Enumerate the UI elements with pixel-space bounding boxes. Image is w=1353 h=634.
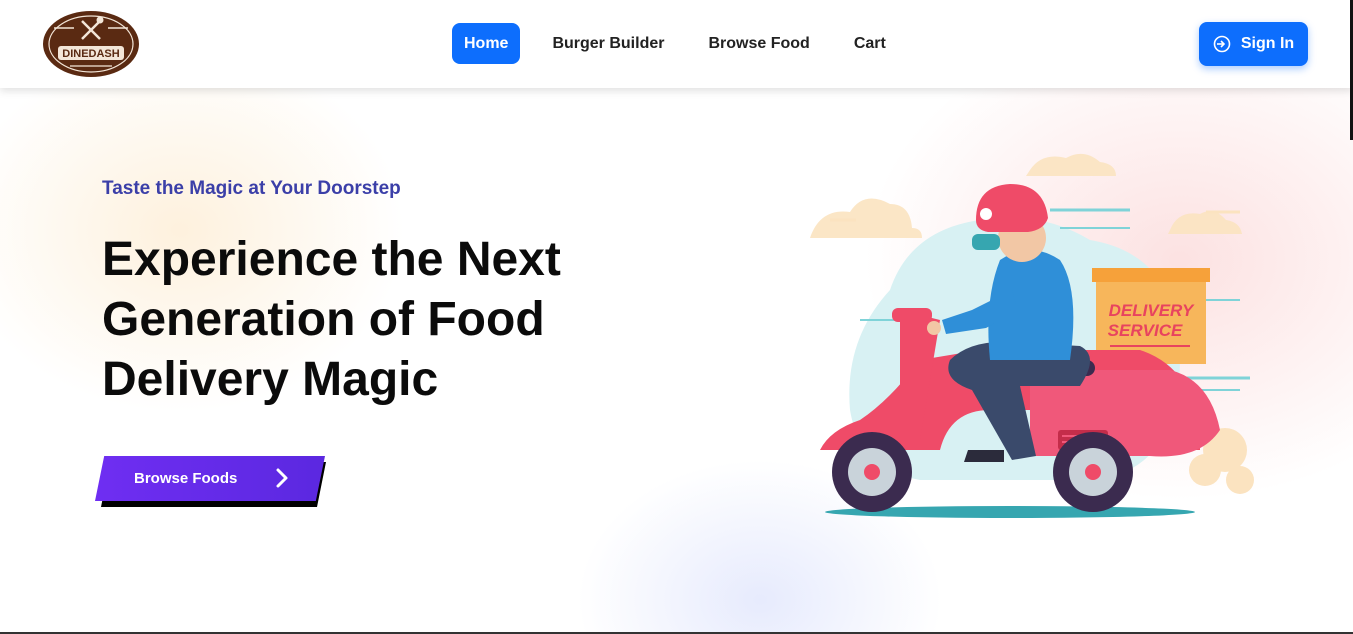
headline-line: Generation of Food [102,293,545,346]
logo-text: DINEDASH [62,48,120,60]
navbar: DINEDASH Home Burger Builder Browse Food… [0,0,1353,88]
signin-icon [1213,35,1231,53]
dinedash-logo[interactable]: DINEDASH [40,8,142,80]
sign-in-label: Sign In [1240,35,1295,52]
browse-foods-label: Browse Foods [134,470,238,487]
box-text-line: DELIVERY [1109,301,1195,320]
nav-cart[interactable]: Cart [842,23,898,64]
box-text-line: SERVICE [1108,321,1183,340]
hero-headline: Experience the Next Generation of Food D… [102,230,662,410]
sign-in-button[interactable]: Sign In [1199,22,1308,66]
nav-links: Home Burger Builder Browse Food Cart [452,23,918,64]
browse-foods-button[interactable]: Browse Foods [95,456,331,508]
nav-burger-builder[interactable]: Burger Builder [540,23,676,64]
nav-home[interactable]: Home [452,23,521,64]
delivery-scooter-illustration: DELIVERY SERVICE [810,153,1254,518]
hero-tagline: Taste the Magic at Your Doorstep [102,178,401,199]
nav-browse-food[interactable]: Browse Food [696,23,821,64]
headline-line: Delivery Magic [102,353,439,406]
chevron-right-icon [276,468,288,488]
headline-line: Experience the Next [102,233,561,286]
